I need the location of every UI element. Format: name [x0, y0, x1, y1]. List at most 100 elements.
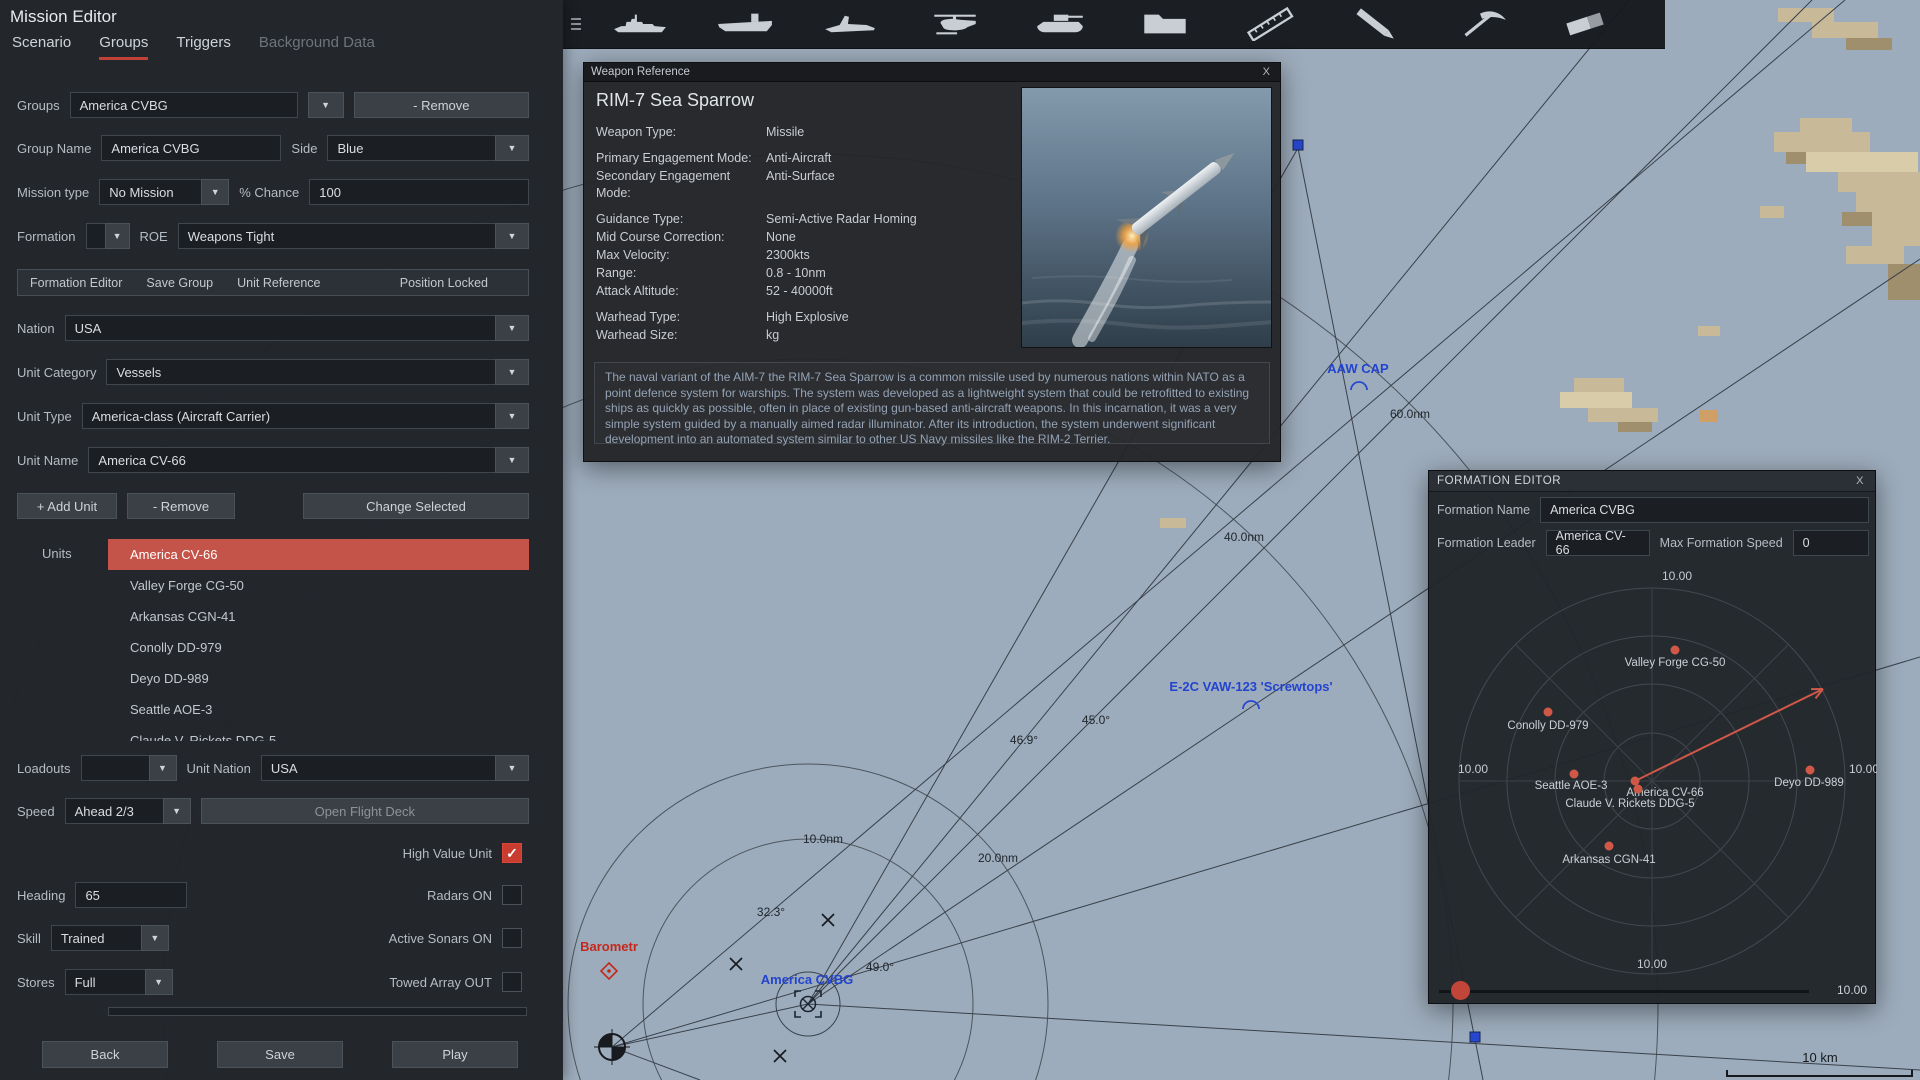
- unit-list-item[interactable]: Seattle AOE-3: [108, 694, 529, 725]
- active-sonars-checkbox[interactable]: [502, 928, 522, 948]
- skill-dropdown-button[interactable]: ▼: [140, 925, 169, 951]
- save-button[interactable]: Save: [217, 1041, 343, 1068]
- close-icon[interactable]: X: [1260, 66, 1273, 78]
- save-group-link[interactable]: Save Group: [146, 276, 213, 290]
- tab-triggers[interactable]: Triggers: [176, 34, 230, 60]
- weapon-field-label: Mid Course Correction:: [596, 230, 725, 244]
- loadouts-dropdown-button[interactable]: ▼: [148, 755, 177, 781]
- formation-dropdown-button[interactable]: ▼: [104, 223, 130, 249]
- mission-type-dropdown-button[interactable]: ▼: [201, 179, 230, 205]
- skill-label: Skill: [17, 930, 41, 946]
- loadouts-select[interactable]: ▼: [80, 755, 177, 781]
- radars-on-checkbox[interactable]: [502, 885, 522, 905]
- formation-name-input[interactable]: America CVBG: [1540, 497, 1869, 523]
- formation-window-titlebar[interactable]: FORMATION EDITOR X: [1429, 471, 1875, 492]
- helicopter-icon[interactable]: [924, 3, 986, 45]
- formation-leader-input[interactable]: America CV-66: [1545, 529, 1650, 557]
- pickaxe-icon[interactable]: [1449, 3, 1511, 45]
- roe-dropdown-button[interactable]: ▼: [495, 223, 529, 249]
- map-contact-label: E-2C VAW-123 'Screwtops': [1169, 679, 1332, 694]
- groups-dropdown-button[interactable]: ▼: [307, 92, 344, 118]
- slider-track[interactable]: [1439, 990, 1809, 993]
- chance-input[interactable]: 100: [309, 179, 529, 205]
- island: [1618, 422, 1652, 432]
- ruler-icon[interactable]: [1239, 3, 1301, 45]
- map-bearing-label: 46.9°: [1010, 733, 1038, 747]
- formation-unit-dot[interactable]: [1633, 784, 1643, 794]
- weapon-window-titlebar[interactable]: Weapon Reference X: [584, 63, 1280, 82]
- back-button[interactable]: Back: [42, 1041, 168, 1068]
- unit-name-select[interactable]: America CV-66 ▼: [88, 447, 529, 473]
- aircraft-icon[interactable]: [819, 3, 881, 45]
- groups-input[interactable]: America CVBG: [69, 92, 298, 118]
- formation-unit-dot[interactable]: [1670, 645, 1680, 655]
- unit-type-select[interactable]: America-class (Aircraft Carrier) ▼: [81, 403, 529, 429]
- position-locked-link[interactable]: Position Locked: [400, 276, 488, 290]
- weapon-field-label: Secondary Engagement Mode:: [596, 169, 731, 200]
- carrier-icon[interactable]: [714, 3, 776, 45]
- speed-dropdown-button[interactable]: ▼: [162, 798, 191, 824]
- unit-name-label: Unit Name: [17, 452, 79, 468]
- waypoint-cross[interactable]: [773, 1049, 787, 1063]
- formation-unit-dot[interactable]: [1543, 707, 1553, 717]
- unit-list-item[interactable]: Deyo DD-989: [108, 663, 529, 694]
- roe-select[interactable]: Weapons Tight ▼: [177, 223, 529, 249]
- stores-dropdown-button[interactable]: ▼: [144, 969, 173, 995]
- nation-select[interactable]: USA ▼: [64, 315, 529, 341]
- waypoint-cross[interactable]: [821, 913, 835, 927]
- play-button[interactable]: Play: [392, 1041, 518, 1068]
- open-flight-deck-button[interactable]: Open Flight Deck: [200, 798, 529, 824]
- group-name-input[interactable]: America CVBG: [101, 135, 282, 161]
- unit-list-item[interactable]: Claude V. Rickets DDG-5: [108, 725, 529, 741]
- towed-array-checkbox[interactable]: [502, 972, 522, 992]
- unit-list-item[interactable]: Conolly DD-979: [108, 632, 529, 663]
- formation-unit-dot[interactable]: [1805, 765, 1815, 775]
- unit-nation-select[interactable]: USA ▼: [260, 755, 529, 781]
- remove-group-button[interactable]: - Remove: [353, 92, 529, 118]
- change-selected-button[interactable]: Change Selected: [303, 493, 529, 519]
- remove-unit-button[interactable]: - Remove: [127, 493, 235, 519]
- folder-icon[interactable]: [1134, 3, 1196, 45]
- speed-select[interactable]: Ahead 2/3 ▼: [64, 798, 191, 824]
- slider-handle[interactable]: [1451, 981, 1470, 1000]
- unit-type-dropdown-button[interactable]: ▼: [495, 403, 529, 429]
- close-icon[interactable]: X: [1853, 475, 1867, 487]
- heading-input[interactable]: 65: [75, 882, 188, 908]
- side-select[interactable]: Blue ▼: [327, 135, 529, 161]
- warship-icon[interactable]: [609, 3, 671, 45]
- toolbar-grip-icon[interactable]: [571, 9, 587, 39]
- add-unit-button[interactable]: + Add Unit: [17, 493, 117, 519]
- unit-list-item[interactable]: Valley Forge CG-50: [108, 570, 529, 601]
- max-formation-speed-input[interactable]: 0: [1792, 530, 1869, 556]
- formation-editor-link[interactable]: Formation Editor: [30, 276, 122, 290]
- skill-select[interactable]: Trained ▼: [50, 925, 169, 951]
- formation-unit-dot[interactable]: [1604, 841, 1614, 851]
- waypoint-cross[interactable]: [729, 957, 743, 971]
- nav-point-square[interactable]: [1292, 139, 1304, 151]
- high-value-unit-checkbox[interactable]: ✓: [502, 843, 522, 863]
- unit-nation-dropdown-button[interactable]: ▼: [495, 755, 529, 781]
- island: [1698, 326, 1720, 336]
- eraser-icon[interactable]: [1554, 3, 1616, 45]
- friendly-air-symbol[interactable]: [1350, 381, 1368, 391]
- tab-groups[interactable]: Groups: [99, 34, 149, 60]
- unit-reference-link[interactable]: Unit Reference: [237, 276, 320, 290]
- nav-point-square[interactable]: [1469, 1031, 1481, 1043]
- formation-chart[interactable]: 10.00 10.00 10.00 10.00 Valley Forge CG-50 Co…: [1429, 561, 1877, 981]
- unit-list-item[interactable]: Arkansas CGN-41: [108, 601, 529, 632]
- formation-unit-dot[interactable]: [1569, 769, 1579, 779]
- side-dropdown-button[interactable]: ▼: [495, 135, 529, 161]
- nation-dropdown-button[interactable]: ▼: [495, 315, 529, 341]
- tank-icon[interactable]: [1029, 3, 1091, 45]
- formation-select[interactable]: ▼: [85, 223, 130, 249]
- stores-select[interactable]: Full ▼: [64, 969, 173, 995]
- tab-scenario[interactable]: Scenario: [12, 34, 71, 60]
- unit-category-dropdown-button[interactable]: ▼: [495, 359, 529, 385]
- formation-unit-dot[interactable]: [1630, 776, 1640, 786]
- unit-list-item[interactable]: America CV-66: [108, 539, 529, 570]
- pencil-icon[interactable]: [1344, 3, 1406, 45]
- mission-type-select[interactable]: No Mission ▼: [99, 179, 230, 205]
- unit-category-select[interactable]: Vessels ▼: [106, 359, 529, 385]
- unit-name-dropdown-button[interactable]: ▼: [495, 447, 529, 473]
- tab-background-data[interactable]: Background Data: [259, 34, 375, 60]
